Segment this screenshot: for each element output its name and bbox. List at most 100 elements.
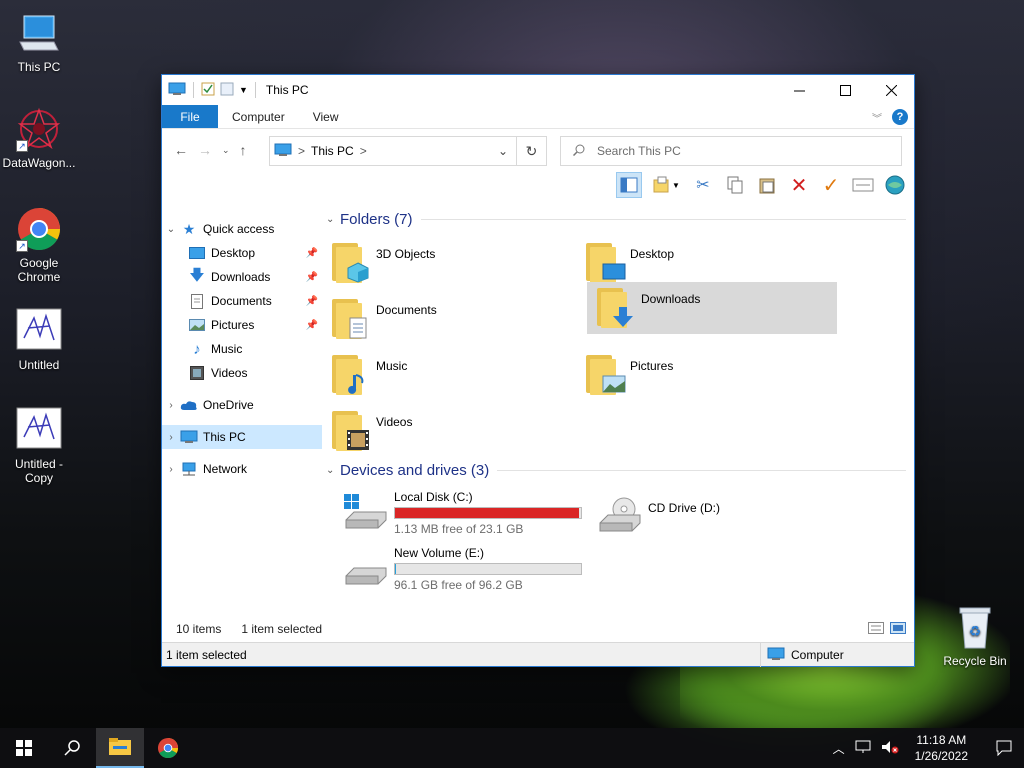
collapse-chevron-icon[interactable]: ⌄ xyxy=(162,224,180,235)
navigation-pane-icon[interactable] xyxy=(616,172,642,198)
picture-icon xyxy=(602,375,626,393)
desktop-icon-untitled-copy[interactable]: Untitled - Copy xyxy=(0,407,78,485)
up-button[interactable]: ↑ xyxy=(240,142,247,158)
cut-icon[interactable]: ✂ xyxy=(690,172,716,198)
chrome-taskbar-button[interactable] xyxy=(144,728,192,768)
collapse-chevron-icon[interactable]: ⌄ xyxy=(326,465,340,476)
sidebar-item-quick-access[interactable]: ⌄ ★ Quick access xyxy=(162,217,322,241)
maximize-button[interactable] xyxy=(822,75,868,105)
clock[interactable]: 11:18 AM 1/26/2022 xyxy=(909,732,974,764)
sidebar-item-downloads[interactable]: 🡇 Downloads 📌 xyxy=(162,265,322,289)
search-button[interactable] xyxy=(48,728,96,768)
folder-label: Videos xyxy=(376,415,413,429)
folder-documents[interactable]: Documents xyxy=(322,293,572,345)
folder-pictures[interactable]: Pictures xyxy=(576,349,826,401)
globe-icon[interactable] xyxy=(882,172,908,198)
folder-label: Pictures xyxy=(630,359,674,373)
drive-label: New Volume (E:) xyxy=(394,546,485,560)
collapse-chevron-icon[interactable]: ⌄ xyxy=(326,214,340,225)
desktop-icon-chrome[interactable]: ↗ Google Chrome xyxy=(0,206,78,284)
taskbar: ︿ 11:18 AM 1/26/2022 xyxy=(0,728,1024,768)
sidebar-item-desktop[interactable]: Desktop 📌 xyxy=(162,241,322,265)
film-icon xyxy=(188,365,206,381)
refresh-button[interactable]: ↻ xyxy=(517,136,547,166)
close-button[interactable] xyxy=(868,75,914,105)
drive-usage-bar xyxy=(394,563,582,575)
sidebar-item-music[interactable]: ♪ Music xyxy=(162,337,322,361)
quick-access-toolbar: ▼ xyxy=(162,82,258,99)
expand-chevron-icon[interactable]: › xyxy=(162,432,180,443)
pin-icon: 📌 xyxy=(305,247,318,259)
properties-icon[interactable] xyxy=(201,82,215,99)
sidebar-item-label: Network xyxy=(203,462,248,476)
content-pane: ⌄ Folders (7) 3D Objects Desktop Documen… xyxy=(322,201,914,616)
document-icon xyxy=(349,317,367,339)
details-view-icon[interactable] xyxy=(868,622,884,637)
delete-icon[interactable]: ✕ xyxy=(786,172,812,198)
notifications-button[interactable] xyxy=(984,728,1024,768)
tab-file[interactable]: File xyxy=(162,105,218,128)
file-explorer-taskbar-button[interactable] xyxy=(96,728,144,768)
drive-usage-fill xyxy=(395,508,580,518)
desktop-icon-label: Google Chrome xyxy=(17,256,61,284)
pin-icon: 📌 xyxy=(305,295,318,307)
sidebar-item-documents[interactable]: Documents 📌 xyxy=(162,289,322,313)
folder-videos[interactable]: Videos xyxy=(322,405,572,457)
music-note-icon xyxy=(348,374,364,394)
desktop-icon-label: Untitled xyxy=(18,358,60,372)
bottom-selection-count: 1 item selected xyxy=(166,647,247,662)
sidebar-item-this-pc[interactable]: › This PC xyxy=(162,425,322,449)
expand-ribbon-icon[interactable]: ︾ xyxy=(872,110,882,125)
show-hidden-icons-chevron-icon[interactable]: ︿ xyxy=(833,740,845,757)
sidebar-item-onedrive[interactable]: › OneDrive xyxy=(162,393,322,417)
recent-locations-button[interactable]: ⌄ xyxy=(222,145,230,156)
large-icons-view-icon[interactable] xyxy=(890,622,906,637)
recycle-bin-icon: ♻ xyxy=(952,604,998,650)
forward-button[interactable]: → xyxy=(198,142,212,158)
this-pc-small-icon xyxy=(274,143,292,160)
folder-music[interactable]: Music xyxy=(322,349,572,401)
new-item-icon[interactable]: ▼ xyxy=(648,172,684,198)
sidebar-item-network[interactable]: › Network xyxy=(162,457,322,481)
minimize-button[interactable] xyxy=(776,75,822,105)
back-button[interactable]: ← xyxy=(174,142,188,158)
desktop-icon-this-pc[interactable]: This PC xyxy=(0,10,78,74)
folder-label: 3D Objects xyxy=(376,247,436,261)
svg-text:♻: ♻ xyxy=(969,624,982,640)
folder-downloads[interactable]: Downloads xyxy=(587,282,837,334)
drive-new-volume-e[interactable]: New Volume (E:) 96.1 GB free of 96.2 GB xyxy=(342,546,582,592)
folders-group-header[interactable]: ⌄ Folders (7) xyxy=(326,211,906,228)
breadcrumb-separator: > xyxy=(359,144,367,158)
help-button[interactable]: ? xyxy=(892,109,908,125)
expand-chevron-icon[interactable]: › xyxy=(162,400,180,411)
customize-qat-icon[interactable]: ▼ xyxy=(239,85,248,95)
network-tray-icon[interactable] xyxy=(855,740,871,757)
window-title: This PC xyxy=(265,83,309,97)
copy-icon[interactable] xyxy=(722,172,748,198)
expand-chevron-icon[interactable]: › xyxy=(162,464,180,475)
new-folder-icon[interactable] xyxy=(220,82,234,99)
computer-icon xyxy=(180,429,198,445)
address-dropdown-icon[interactable]: ⌄ xyxy=(498,144,508,158)
tab-computer[interactable]: Computer xyxy=(218,105,299,128)
volume-muted-icon[interactable] xyxy=(881,740,899,757)
desktop-icon-untitled[interactable]: Untitled xyxy=(0,308,78,372)
rename-icon[interactable]: ✓ xyxy=(818,172,844,198)
tab-view[interactable]: View xyxy=(299,105,353,128)
search-input[interactable]: Search This PC xyxy=(560,136,902,166)
desktop-icon-datawagon[interactable]: ↗ DataWagon... xyxy=(0,106,78,170)
paste-icon[interactable] xyxy=(754,172,780,198)
breadcrumb-this-pc[interactable]: This PC xyxy=(311,144,354,158)
drive-cd-d[interactable]: CD Drive (D:) xyxy=(596,497,720,537)
title-bar: ▼ This PC xyxy=(162,75,914,105)
sidebar-item-pictures[interactable]: Pictures 📌 xyxy=(162,313,322,337)
properties-icon[interactable] xyxy=(850,172,876,198)
desktop-icon-recycle-bin[interactable]: ♻ Recycle Bin xyxy=(936,604,1014,668)
address-bar[interactable]: > This PC > ⌄ xyxy=(269,136,517,166)
drive-label: CD Drive (D:) xyxy=(648,501,720,515)
sidebar-item-videos[interactable]: Videos xyxy=(162,361,322,385)
start-button[interactable] xyxy=(0,728,48,768)
drive-local-disk-c[interactable]: Local Disk (C:) 1.13 MB free of 23.1 GB xyxy=(342,490,582,536)
drives-group-header[interactable]: ⌄ Devices and drives (3) xyxy=(326,462,906,479)
folder-3d-objects[interactable]: 3D Objects xyxy=(322,237,572,289)
